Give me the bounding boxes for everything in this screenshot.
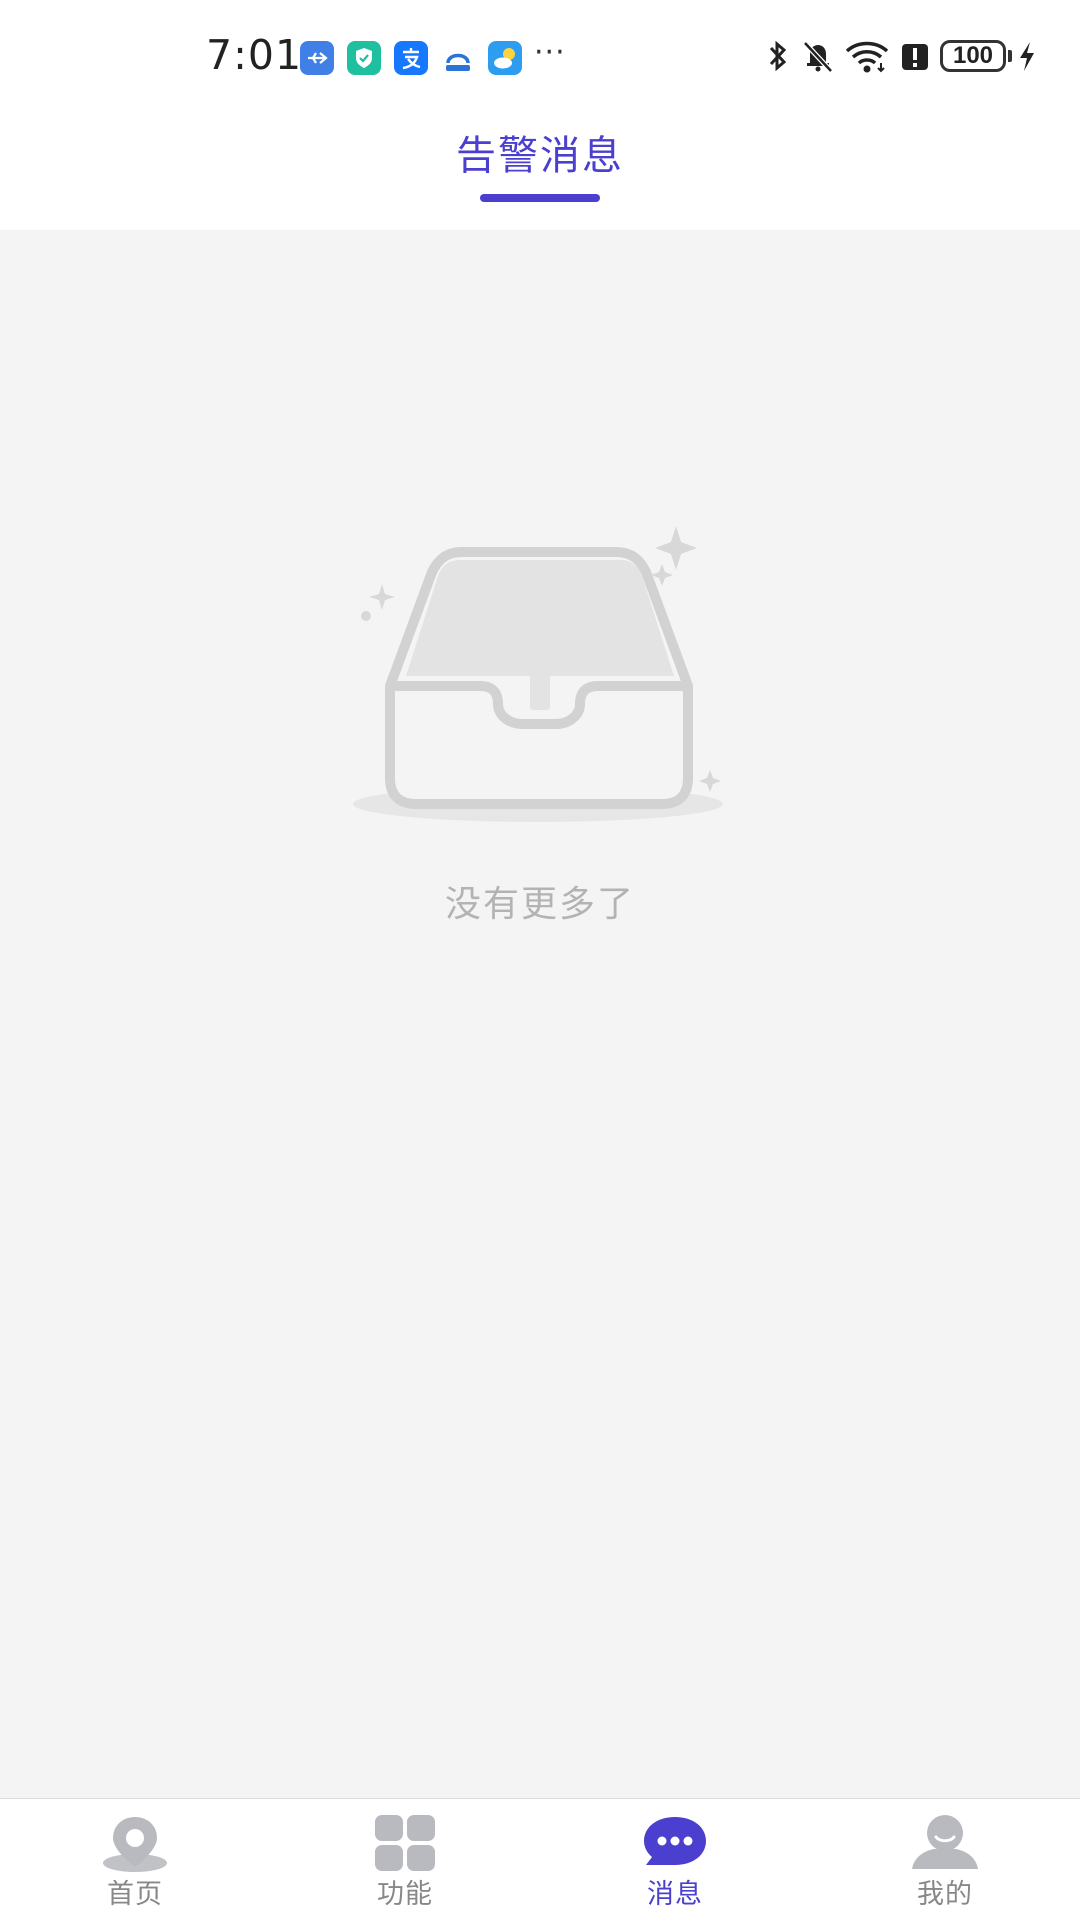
tab-label: 功能 bbox=[377, 1879, 433, 1910]
grid-icon bbox=[375, 1815, 435, 1871]
user-icon bbox=[912, 1815, 978, 1869]
tab-label: 我的 bbox=[917, 1879, 973, 1910]
tab-label: 首页 bbox=[107, 1879, 163, 1910]
tab-profile[interactable]: 我的 bbox=[810, 1799, 1080, 1921]
wifi-icon bbox=[845, 41, 889, 73]
battery-icon: 100 bbox=[940, 40, 1006, 72]
alert-icon bbox=[902, 44, 928, 70]
empty-state-text: 没有更多了 bbox=[444, 884, 635, 925]
tab-messages[interactable]: 消息 bbox=[540, 1799, 810, 1921]
shield-app-icon bbox=[347, 41, 381, 75]
alipay-icon bbox=[394, 41, 428, 75]
status-bar: 7:01 ··· 100 bbox=[0, 0, 1080, 108]
bank-app-icon bbox=[441, 41, 475, 75]
bluetooth-icon bbox=[769, 40, 787, 72]
usb-icon bbox=[300, 41, 334, 75]
mute-bell-icon bbox=[803, 41, 833, 73]
tab-functions[interactable]: 功能 bbox=[270, 1799, 540, 1921]
header: 告警消息 bbox=[0, 108, 1080, 230]
more-notifications-icon: ··· bbox=[534, 35, 566, 70]
tab-label: 消息 bbox=[647, 1879, 703, 1910]
weather-icon bbox=[488, 41, 522, 75]
page-title: 告警消息 bbox=[456, 133, 624, 179]
title-underline bbox=[480, 194, 600, 202]
bottom-tab-bar: 首页 功能 消息 我的 bbox=[0, 1798, 1080, 1921]
battery-tip bbox=[1008, 50, 1012, 62]
status-time: 7:01 bbox=[206, 31, 303, 79]
chat-bubble-icon bbox=[644, 1817, 706, 1865]
empty-inbox-icon bbox=[353, 526, 723, 822]
tab-home[interactable]: 首页 bbox=[0, 1799, 270, 1921]
location-pin-icon bbox=[103, 1817, 167, 1872]
charging-icon bbox=[1020, 42, 1034, 71]
